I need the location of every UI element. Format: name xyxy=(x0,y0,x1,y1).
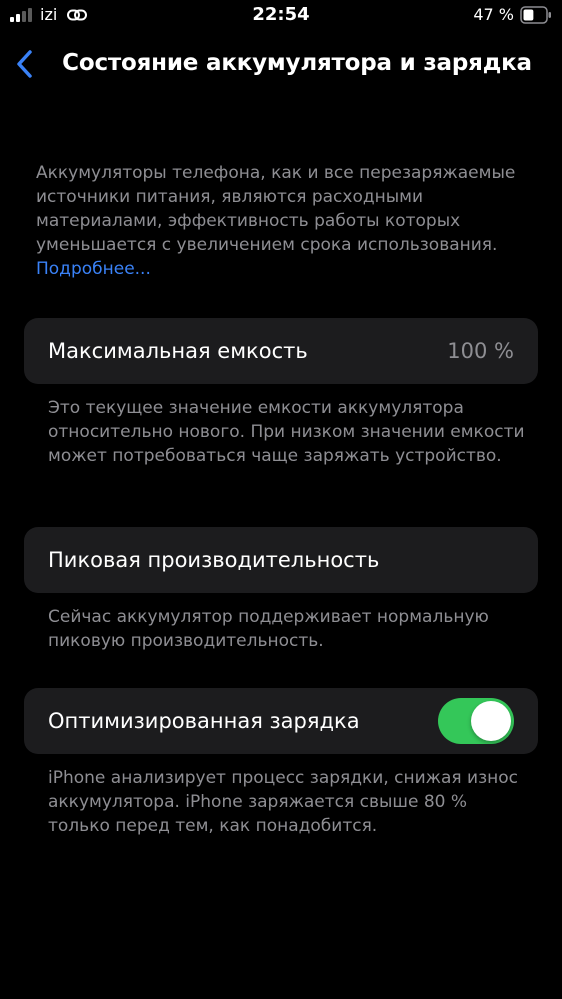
battery-icon xyxy=(520,6,551,24)
peak-performance-label: Пиковая производительность xyxy=(48,548,380,572)
toggle-knob[interactable] xyxy=(471,701,511,741)
max-capacity-value: 100 % xyxy=(447,339,514,363)
battery-percent: 47 % xyxy=(473,5,514,24)
max-capacity-row: Максимальная емкость 100 % xyxy=(24,318,538,384)
optimized-charging-toggle[interactable] xyxy=(438,698,514,744)
learn-more-link[interactable]: Подробнее... xyxy=(36,259,151,279)
optimized-charging-row: Оптимизированная зарядка xyxy=(24,688,538,754)
intro-text: Аккумуляторы телефона, как и все перезар… xyxy=(36,161,536,281)
status-bar: izi 22:54 47 % xyxy=(0,0,562,32)
battery-level-fill xyxy=(523,9,534,21)
optimized-charging-footer: iPhone анализирует процесс зарядки, сниж… xyxy=(48,768,518,836)
max-capacity-label: Максимальная емкость xyxy=(48,339,308,363)
peak-performance-footer: Сейчас аккумулятор поддерживает нормальн… xyxy=(48,607,489,651)
page-title: Состояние аккумулятора и зарядка xyxy=(62,50,532,76)
optimized-charging-label: Оптимизированная зарядка xyxy=(48,709,360,733)
max-capacity-footer: Это текущее значение емкости аккумулятор… xyxy=(48,398,525,466)
intro-body: Аккумуляторы телефона, как и все перезар… xyxy=(36,163,516,255)
peak-performance-row: Пиковая производительность xyxy=(24,527,538,593)
